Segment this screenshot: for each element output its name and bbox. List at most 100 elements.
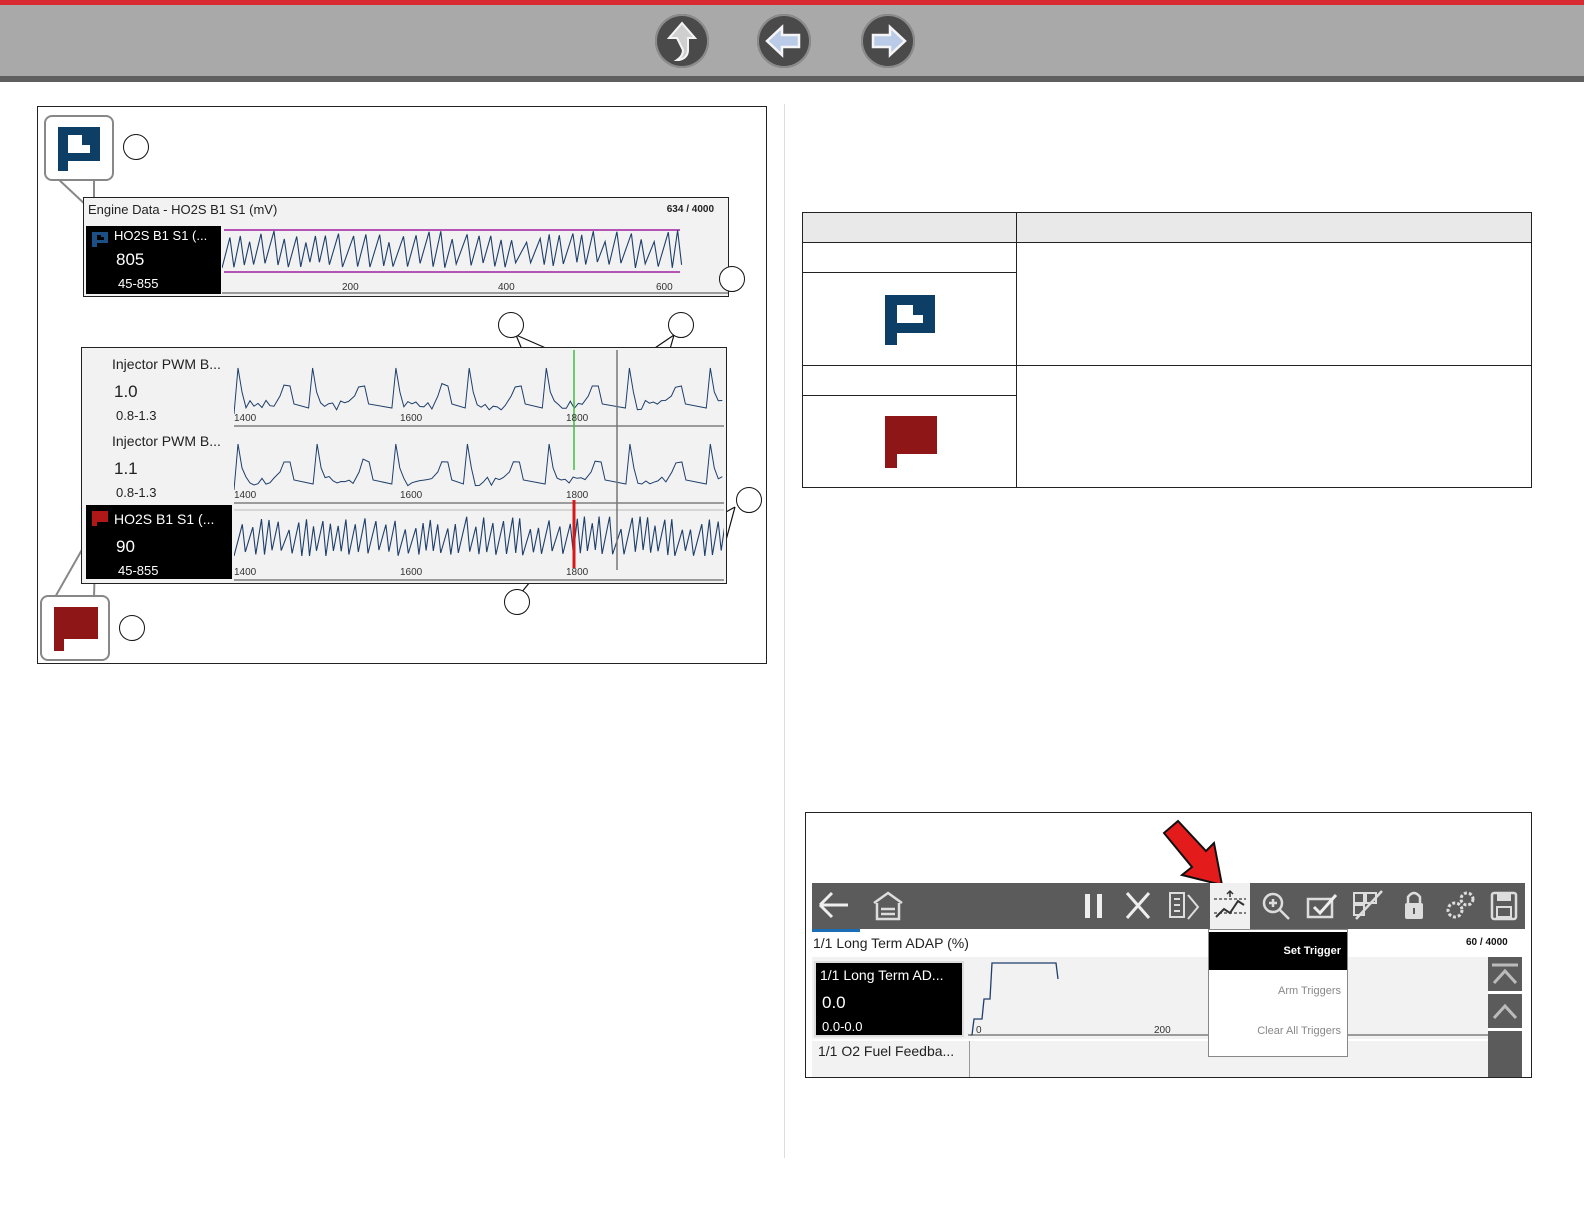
x-tick: 1600 [400,413,423,424]
red-flag-icon [92,511,108,526]
callout-marker [504,589,530,615]
graph-title: Engine Data - HO2S B1 S1 (mV) [88,202,278,217]
save-button[interactable] [1484,883,1524,929]
trigger-menu-screenshot: 1/1 Long Term ADAP (%) 60 / 4000 1/1 Lon… [805,812,1532,1078]
pid-value: 1.0 [114,382,138,401]
frame-count: 60 / 4000 [1466,937,1508,948]
nav-bottom-stripe [0,76,1584,82]
settings-icon [1446,891,1475,919]
up-arrow-icon [666,21,698,61]
x-tick: 1600 [400,567,423,578]
pid-range: 45-855 [118,563,159,578]
x-tick: 1400 [234,413,257,424]
pause-icon [1085,894,1102,918]
pid-name: 1/1 Long Term AD... [820,967,944,983]
top-navigation-bar [0,0,1584,82]
scroll-top-button[interactable] [1488,957,1522,991]
pid-panel-selected[interactable]: HO2S B1 S1 (... 90 45-855 [86,505,232,579]
pid-name: HO2S B1 S1 (... [114,228,208,243]
blue-flag-icon [92,232,108,247]
save-icon [1490,891,1518,921]
x-tick: 200 [342,282,359,293]
table-cell [802,242,1017,273]
pid-panel[interactable]: 1/1 O2 Fuel Feedba... [814,1041,970,1077]
forward-arrow-icon [871,24,907,58]
graph-count: 634 / 4000 [666,204,714,215]
pid-panel[interactable]: Injector PWM B... 1.0 0.8-1.3 [84,350,232,424]
up-button[interactable] [655,14,709,68]
settings-button[interactable] [1440,883,1480,929]
x-tick: 400 [498,282,515,293]
check-icon [1306,894,1338,919]
zoom-button[interactable] [1256,883,1296,929]
lock-icon [1405,891,1423,919]
menu-item-set-trigger[interactable]: Set Trigger [1209,932,1347,970]
pid-name: 1/1 O2 Fuel Feedba... [818,1043,955,1059]
injector-trace-1 [234,367,723,415]
pid-panel[interactable]: Injector PWM B... 1.1 0.8-1.3 [84,427,232,501]
blue-flag-icon [58,127,100,171]
x-tick: 1400 [234,567,257,578]
table-cell [802,272,1017,366]
lock-button[interactable] [1394,883,1434,929]
pid-range: 0.8-1.3 [116,485,157,500]
brand-stripe [0,0,1584,5]
table-header-cell [1016,212,1532,243]
back-button[interactable] [814,883,854,929]
select-button[interactable] [1302,883,1342,929]
pid-value: 0.0 [822,993,846,1012]
top-graph: Engine Data - HO2S B1 S1 (mV) 634 / 4000… [83,197,729,297]
table-header-cell [802,212,1017,243]
graph-area: 1/1 Long Term AD... 0.0 0.0-0.0 0 200 [812,957,1488,1039]
trigger-icon [1214,889,1246,918]
graph-view-button[interactable] [1348,883,1388,929]
home-button[interactable] [868,883,908,929]
pid-panel-selected[interactable]: HO2S B1 S1 (... 805 45-855 [86,226,221,294]
pid-name: HO2S B1 S1 (... [114,511,215,527]
toolbar [812,883,1525,932]
blue-flag-callout [44,115,114,181]
pid-range: 0.8-1.3 [116,408,157,423]
pid-value: 90 [116,537,135,556]
pid-name: Injector PWM B... [112,433,221,449]
pid-range: 45-855 [118,276,159,291]
pid-row: 1/1 O2 Fuel Feedba... [812,1041,1488,1077]
double-chevron-up-icon [1492,963,1518,985]
red-flag-icon [885,416,937,468]
forward-button[interactable] [861,14,915,68]
column-divider [784,104,785,1158]
filter-icon [1169,892,1200,920]
progress-underline [812,929,860,932]
menu-item-arm-triggers[interactable]: Arm Triggers [1209,972,1347,1010]
ho2s-trace [234,516,724,557]
scroll-bar[interactable] [1488,1031,1522,1077]
scroll-up-button[interactable] [1488,994,1522,1028]
filter-button[interactable] [1164,883,1204,929]
clear-button[interactable] [1118,883,1158,929]
table-cell [1016,365,1532,488]
top-trace [222,229,728,294]
callout-marker [119,615,145,641]
menu-item-clear-all-triggers[interactable]: Clear All Triggers [1209,1012,1347,1050]
callout-marker [498,312,524,338]
table-cell [802,395,1017,488]
pid-panel-selected[interactable]: 1/1 Long Term AD... 0.0 0.0-0.0 [814,961,964,1037]
table-cell [1016,242,1532,366]
red-flag-callout [40,595,110,661]
red-flag-icon [54,607,98,651]
callout-marker [719,266,745,292]
data-title: 1/1 Long Term ADAP (%) [813,935,969,951]
callout-marker [123,134,149,160]
x-tick: 0 [976,1025,982,1036]
pid-value: 805 [116,250,145,269]
trigger-menu: Set Trigger Arm Triggers Clear All Trigg… [1208,929,1348,1057]
trigger-button[interactable] [1210,883,1250,929]
flag-table [802,212,1532,488]
close-icon [1125,892,1151,919]
graph-view-icon [1353,890,1383,920]
pause-button[interactable] [1074,883,1114,929]
back-button[interactable] [757,14,811,68]
red-pointer-arrow-icon [1162,819,1224,887]
ho2s-trace [222,230,683,269]
graph-figure: Engine Data - HO2S B1 S1 (mV) 634 / 4000… [37,106,767,664]
